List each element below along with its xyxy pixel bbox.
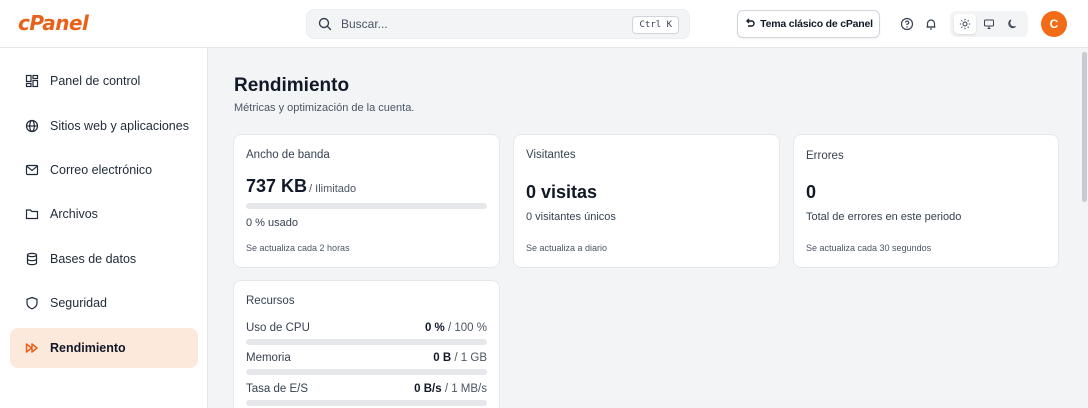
resource-value: 0 B / 1 GB — [433, 352, 487, 364]
resource-label: Uso de CPU — [246, 322, 310, 334]
monitor-icon[interactable] — [978, 14, 1000, 34]
help-icon[interactable] — [897, 14, 917, 34]
visitors-value: 0 visitas — [526, 182, 598, 202]
search-icon — [317, 16, 333, 32]
resource-limit: / 1 GB — [454, 352, 487, 364]
visitors-card: Visitantes 0 visitas 0 visitantes únicos… — [513, 134, 780, 268]
card-title: Errores — [806, 150, 844, 162]
resource-used: 0 % — [424, 322, 445, 334]
resource-label: Memoria — [246, 352, 291, 364]
sidebar-item-label: Bases de datos — [50, 252, 137, 266]
memory-usage-bar — [246, 369, 487, 375]
undo-icon — [744, 17, 756, 32]
sidebar-item-files[interactable]: Archivos — [10, 194, 198, 234]
sidebar-item-label: Seguridad — [50, 296, 107, 310]
bandwidth-usage-bar — [246, 203, 487, 209]
errors-value: 0 — [806, 182, 817, 202]
bandwidth-usage: 0 % usado — [246, 217, 298, 229]
resource-row-cpu: Uso de CPU 0 % / 100 % — [246, 322, 487, 334]
resource-used: 0 B/s — [414, 383, 442, 395]
errors-card: Errores 0 Total de errores en este perio… — [793, 134, 1059, 268]
sidebar-item-websites[interactable]: Sitios web y aplicaciones — [10, 106, 198, 146]
classic-theme-label: Tema clásico de cPanel — [760, 18, 873, 30]
bandwidth-card: Ancho de banda 737 KB / Ilimitado 0 % usa… — [233, 134, 500, 268]
resource-row-io: Tasa de E/S 0 B/s / 1 MB/s — [246, 383, 487, 395]
theme-switcher — [950, 11, 1028, 37]
folder-icon — [24, 206, 40, 222]
sidebar-item-label: Panel de control — [50, 74, 141, 88]
bandwidth-value: 737 KB / Ilimitado — [246, 176, 356, 197]
sidebar: Panel de control Sitios web y aplicacion… — [0, 48, 208, 408]
cpu-usage-bar — [246, 339, 487, 345]
resources-card: Recursos Uso de CPU 0 % / 100 % Memoria … — [233, 280, 500, 408]
resource-limit: / 1 MB/s — [444, 383, 487, 395]
sidebar-item-dashboard[interactable]: Panel de control — [10, 61, 198, 101]
page-subtitle: Métricas y optimización de la cuenta. — [234, 102, 415, 114]
sidebar-item-label: Correo electrónico — [50, 163, 153, 177]
cpanel-logo[interactable]: cPanel — [18, 11, 89, 35]
sun-icon[interactable] — [954, 14, 976, 34]
resource-used: 0 B — [433, 352, 452, 364]
main-content: Rendimiento Métricas y optimización de l… — [208, 48, 1088, 408]
mail-icon — [24, 162, 40, 178]
sidebar-item-label: Sitios web y aplicaciones — [50, 119, 189, 133]
resource-row-memory: Memoria 0 B / 1 GB — [246, 352, 487, 364]
card-title: Ancho de banda — [246, 149, 330, 161]
card-footer: Se actualiza a diario — [526, 243, 608, 253]
classic-theme-button[interactable]: Tema clásico de cPanel — [737, 10, 880, 38]
sidebar-item-databases[interactable]: Bases de datos — [10, 239, 198, 279]
resource-value: 0 B/s / 1 MB/s — [414, 383, 487, 395]
moon-icon[interactable] — [1002, 14, 1024, 34]
bell-icon[interactable] — [921, 14, 941, 34]
sidebar-item-performance[interactable]: Rendimiento — [10, 328, 198, 368]
search-shortcut-badge: Ctrl K — [632, 16, 679, 34]
sidebar-item-email[interactable]: Correo electrónico — [10, 150, 198, 190]
shield-icon — [24, 295, 40, 311]
bandwidth-used: 737 KB — [246, 176, 308, 196]
card-footer: Se actualiza cada 2 horas — [246, 243, 350, 253]
resource-limit: / 100 % — [448, 322, 487, 334]
search-input[interactable]: Buscar... Ctrl K — [306, 9, 690, 39]
globe-icon — [24, 118, 40, 134]
sidebar-item-label: Rendimiento — [50, 341, 126, 355]
sidebar-item-security[interactable]: Seguridad — [10, 283, 198, 323]
page-scrollbar[interactable] — [1081, 48, 1088, 408]
errors-detail: Total de errores en este periodo — [806, 211, 962, 223]
card-footer: Se actualiza cada 30 segundos — [806, 243, 932, 253]
user-avatar[interactable]: C — [1041, 11, 1067, 37]
bandwidth-limit: / Ilimitado — [309, 183, 357, 195]
io-usage-bar — [246, 400, 487, 406]
fast-forward-icon — [24, 340, 40, 356]
search-placeholder: Buscar... — [341, 17, 388, 31]
resource-value: 0 % / 100 % — [425, 322, 487, 334]
visitors-detail: 0 visitantes únicos — [526, 211, 616, 223]
scrollbar-thumb[interactable] — [1082, 52, 1087, 202]
card-title: Recursos — [246, 295, 295, 307]
dashboard-icon — [24, 73, 40, 89]
page-title: Rendimiento — [234, 75, 350, 96]
sidebar-item-label: Archivos — [50, 207, 98, 221]
database-icon — [24, 251, 40, 267]
card-title: Visitantes — [526, 149, 576, 161]
top-bar: cPanel Buscar... Ctrl K Tema clásico de … — [0, 0, 1088, 48]
resource-label: Tasa de E/S — [246, 383, 309, 395]
